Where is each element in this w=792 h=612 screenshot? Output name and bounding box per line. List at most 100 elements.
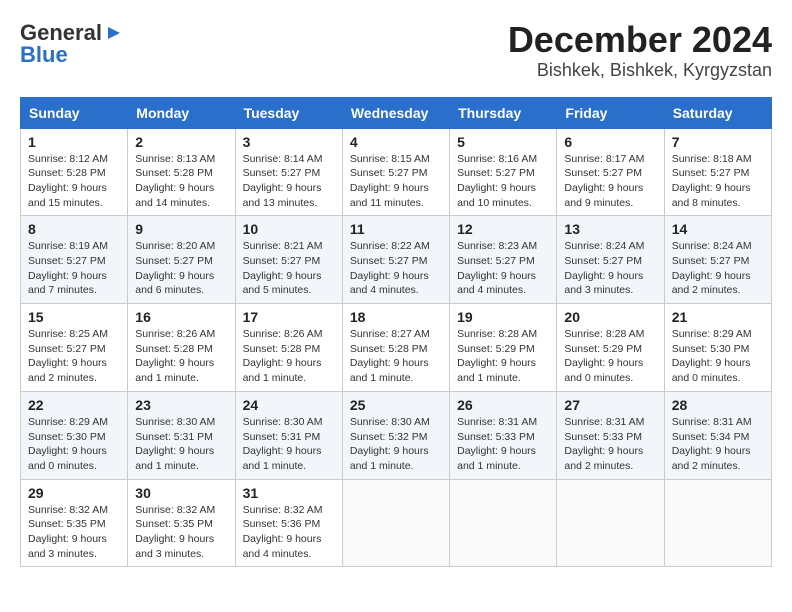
calendar-cell: 8 Sunrise: 8:19 AMSunset: 5:27 PMDaylight… [21, 216, 128, 304]
calendar-cell: 4 Sunrise: 8:15 AMSunset: 5:27 PMDaylight… [342, 128, 449, 216]
calendar-week-row: 15 Sunrise: 8:25 AMSunset: 5:27 PMDayligh… [21, 304, 772, 392]
day-number: 27 [564, 397, 656, 413]
day-number: 25 [350, 397, 442, 413]
day-number: 21 [672, 309, 764, 325]
day-info: Sunrise: 8:28 AMSunset: 5:29 PMDaylight:… [457, 327, 549, 386]
logo-blue: Blue [20, 42, 124, 68]
day-info: Sunrise: 8:16 AMSunset: 5:27 PMDaylight:… [457, 152, 549, 211]
day-info: Sunrise: 8:25 AMSunset: 5:27 PMDaylight:… [28, 327, 120, 386]
day-info: Sunrise: 8:31 AMSunset: 5:33 PMDaylight:… [457, 415, 549, 474]
calendar-cell: 6 Sunrise: 8:17 AMSunset: 5:27 PMDaylight… [557, 128, 664, 216]
day-number: 23 [135, 397, 227, 413]
day-number: 28 [672, 397, 764, 413]
calendar-cell: 26 Sunrise: 8:31 AMSunset: 5:33 PMDayligh… [450, 391, 557, 479]
weekday-header-row: SundayMondayTuesdayWednesdayThursdayFrid… [21, 97, 772, 128]
month-title: December 2024 [508, 20, 772, 60]
title-area: December 2024 Bishkek, Bishkek, Kyrgyzst… [508, 20, 772, 81]
weekday-header-monday: Monday [128, 97, 235, 128]
day-number: 12 [457, 221, 549, 237]
calendar-week-row: 29Sunrise: 8:32 AMSunset: 5:35 PMDayligh… [21, 479, 772, 567]
day-info: Sunrise: 8:32 AMSunset: 5:35 PMDaylight:… [28, 503, 120, 562]
calendar-cell: 13Sunrise: 8:24 AMSunset: 5:27 PMDayligh… [557, 216, 664, 304]
calendar-cell: 30 Sunrise: 8:32 AMSunset: 5:35 PMDayligh… [128, 479, 235, 567]
day-number: 3 [243, 134, 335, 150]
day-info: Sunrise: 8:23 AMSunset: 5:27 PMDaylight:… [457, 239, 549, 298]
day-number: 30 [135, 485, 227, 501]
calendar-cell: 25 Sunrise: 8:30 AMSunset: 5:32 PMDayligh… [342, 391, 449, 479]
day-number: 19 [457, 309, 549, 325]
calendar-cell: 20 Sunrise: 8:28 AMSunset: 5:29 PMDayligh… [557, 304, 664, 392]
day-number: 18 [350, 309, 442, 325]
day-info: Sunrise: 8:19 AMSunset: 5:27 PMDaylight:… [28, 239, 120, 298]
day-info: Sunrise: 8:26 AMSunset: 5:28 PMDaylight:… [243, 327, 335, 386]
calendar-cell: 24 Sunrise: 8:30 AMSunset: 5:31 PMDayligh… [235, 391, 342, 479]
day-info: Sunrise: 8:21 AMSunset: 5:27 PMDaylight:… [243, 239, 335, 298]
day-number: 15 [28, 309, 120, 325]
calendar-week-row: 8 Sunrise: 8:19 AMSunset: 5:27 PMDaylight… [21, 216, 772, 304]
calendar-cell: 12 Sunrise: 8:23 AMSunset: 5:27 PMDayligh… [450, 216, 557, 304]
day-number: 31 [243, 485, 335, 501]
day-info: Sunrise: 8:24 AMSunset: 5:27 PMDaylight:… [672, 239, 764, 298]
calendar-cell: 15 Sunrise: 8:25 AMSunset: 5:27 PMDayligh… [21, 304, 128, 392]
day-info: Sunrise: 8:13 AMSunset: 5:28 PMDaylight:… [135, 152, 227, 211]
day-number: 7 [672, 134, 764, 150]
day-info: Sunrise: 8:27 AMSunset: 5:28 PMDaylight:… [350, 327, 442, 386]
day-info: Sunrise: 8:32 AMSunset: 5:35 PMDaylight:… [135, 503, 227, 562]
day-info: Sunrise: 8:29 AMSunset: 5:30 PMDaylight:… [28, 415, 120, 474]
calendar-cell: 11Sunrise: 8:22 AMSunset: 5:27 PMDayligh… [342, 216, 449, 304]
day-number: 24 [243, 397, 335, 413]
calendar-cell: 9Sunrise: 8:20 AMSunset: 5:27 PMDaylight… [128, 216, 235, 304]
calendar-cell: 3 Sunrise: 8:14 AMSunset: 5:27 PMDaylight… [235, 128, 342, 216]
calendar-cell: 29Sunrise: 8:32 AMSunset: 5:35 PMDayligh… [21, 479, 128, 567]
day-info: Sunrise: 8:26 AMSunset: 5:28 PMDaylight:… [135, 327, 227, 386]
day-info: Sunrise: 8:14 AMSunset: 5:27 PMDaylight:… [243, 152, 335, 211]
day-info: Sunrise: 8:32 AMSunset: 5:36 PMDaylight:… [243, 503, 335, 562]
day-info: Sunrise: 8:15 AMSunset: 5:27 PMDaylight:… [350, 152, 442, 211]
calendar-cell [557, 479, 664, 567]
calendar-cell: 22 Sunrise: 8:29 AMSunset: 5:30 PMDayligh… [21, 391, 128, 479]
day-info: Sunrise: 8:31 AMSunset: 5:33 PMDaylight:… [564, 415, 656, 474]
calendar-week-row: 22 Sunrise: 8:29 AMSunset: 5:30 PMDayligh… [21, 391, 772, 479]
day-info: Sunrise: 8:29 AMSunset: 5:30 PMDaylight:… [672, 327, 764, 386]
day-number: 10 [243, 221, 335, 237]
day-number: 26 [457, 397, 549, 413]
day-number: 6 [564, 134, 656, 150]
calendar-cell: 27 Sunrise: 8:31 AMSunset: 5:33 PMDayligh… [557, 391, 664, 479]
day-info: Sunrise: 8:28 AMSunset: 5:29 PMDaylight:… [564, 327, 656, 386]
calendar-cell [664, 479, 771, 567]
calendar: SundayMondayTuesdayWednesdayThursdayFrid… [20, 97, 772, 568]
day-number: 8 [28, 221, 120, 237]
calendar-cell: 17Sunrise: 8:26 AMSunset: 5:28 PMDayligh… [235, 304, 342, 392]
calendar-cell: 2 Sunrise: 8:13 AMSunset: 5:28 PMDaylight… [128, 128, 235, 216]
day-info: Sunrise: 8:30 AMSunset: 5:31 PMDaylight:… [135, 415, 227, 474]
calendar-cell: 28Sunrise: 8:31 AMSunset: 5:34 PMDayligh… [664, 391, 771, 479]
header: General Blue December 2024 Bishkek, Bish… [20, 20, 772, 81]
calendar-cell: 14 Sunrise: 8:24 AMSunset: 5:27 PMDayligh… [664, 216, 771, 304]
day-info: Sunrise: 8:12 AMSunset: 5:28 PMDaylight:… [28, 152, 120, 211]
calendar-cell: 19 Sunrise: 8:28 AMSunset: 5:29 PMDayligh… [450, 304, 557, 392]
day-info: Sunrise: 8:24 AMSunset: 5:27 PMDaylight:… [564, 239, 656, 298]
calendar-cell: 21 Sunrise: 8:29 AMSunset: 5:30 PMDayligh… [664, 304, 771, 392]
weekday-header-saturday: Saturday [664, 97, 771, 128]
calendar-cell: 31 Sunrise: 8:32 AMSunset: 5:36 PMDayligh… [235, 479, 342, 567]
calendar-cell: 16Sunrise: 8:26 AMSunset: 5:28 PMDayligh… [128, 304, 235, 392]
calendar-cell: 1 Sunrise: 8:12 AMSunset: 5:28 PMDaylight… [21, 128, 128, 216]
day-number: 1 [28, 134, 120, 150]
day-info: Sunrise: 8:30 AMSunset: 5:31 PMDaylight:… [243, 415, 335, 474]
day-number: 14 [672, 221, 764, 237]
weekday-header-friday: Friday [557, 97, 664, 128]
weekday-header-wednesday: Wednesday [342, 97, 449, 128]
weekday-header-sunday: Sunday [21, 97, 128, 128]
day-number: 2 [135, 134, 227, 150]
calendar-cell: 23 Sunrise: 8:30 AMSunset: 5:31 PMDayligh… [128, 391, 235, 479]
day-info: Sunrise: 8:17 AMSunset: 5:27 PMDaylight:… [564, 152, 656, 211]
weekday-header-thursday: Thursday [450, 97, 557, 128]
day-number: 22 [28, 397, 120, 413]
day-info: Sunrise: 8:30 AMSunset: 5:32 PMDaylight:… [350, 415, 442, 474]
day-number: 4 [350, 134, 442, 150]
calendar-cell: 7 Sunrise: 8:18 AMSunset: 5:27 PMDaylight… [664, 128, 771, 216]
location-title: Bishkek, Bishkek, Kyrgyzstan [508, 60, 772, 81]
day-number: 20 [564, 309, 656, 325]
logo-arrow-icon [104, 23, 124, 43]
day-info: Sunrise: 8:18 AMSunset: 5:27 PMDaylight:… [672, 152, 764, 211]
